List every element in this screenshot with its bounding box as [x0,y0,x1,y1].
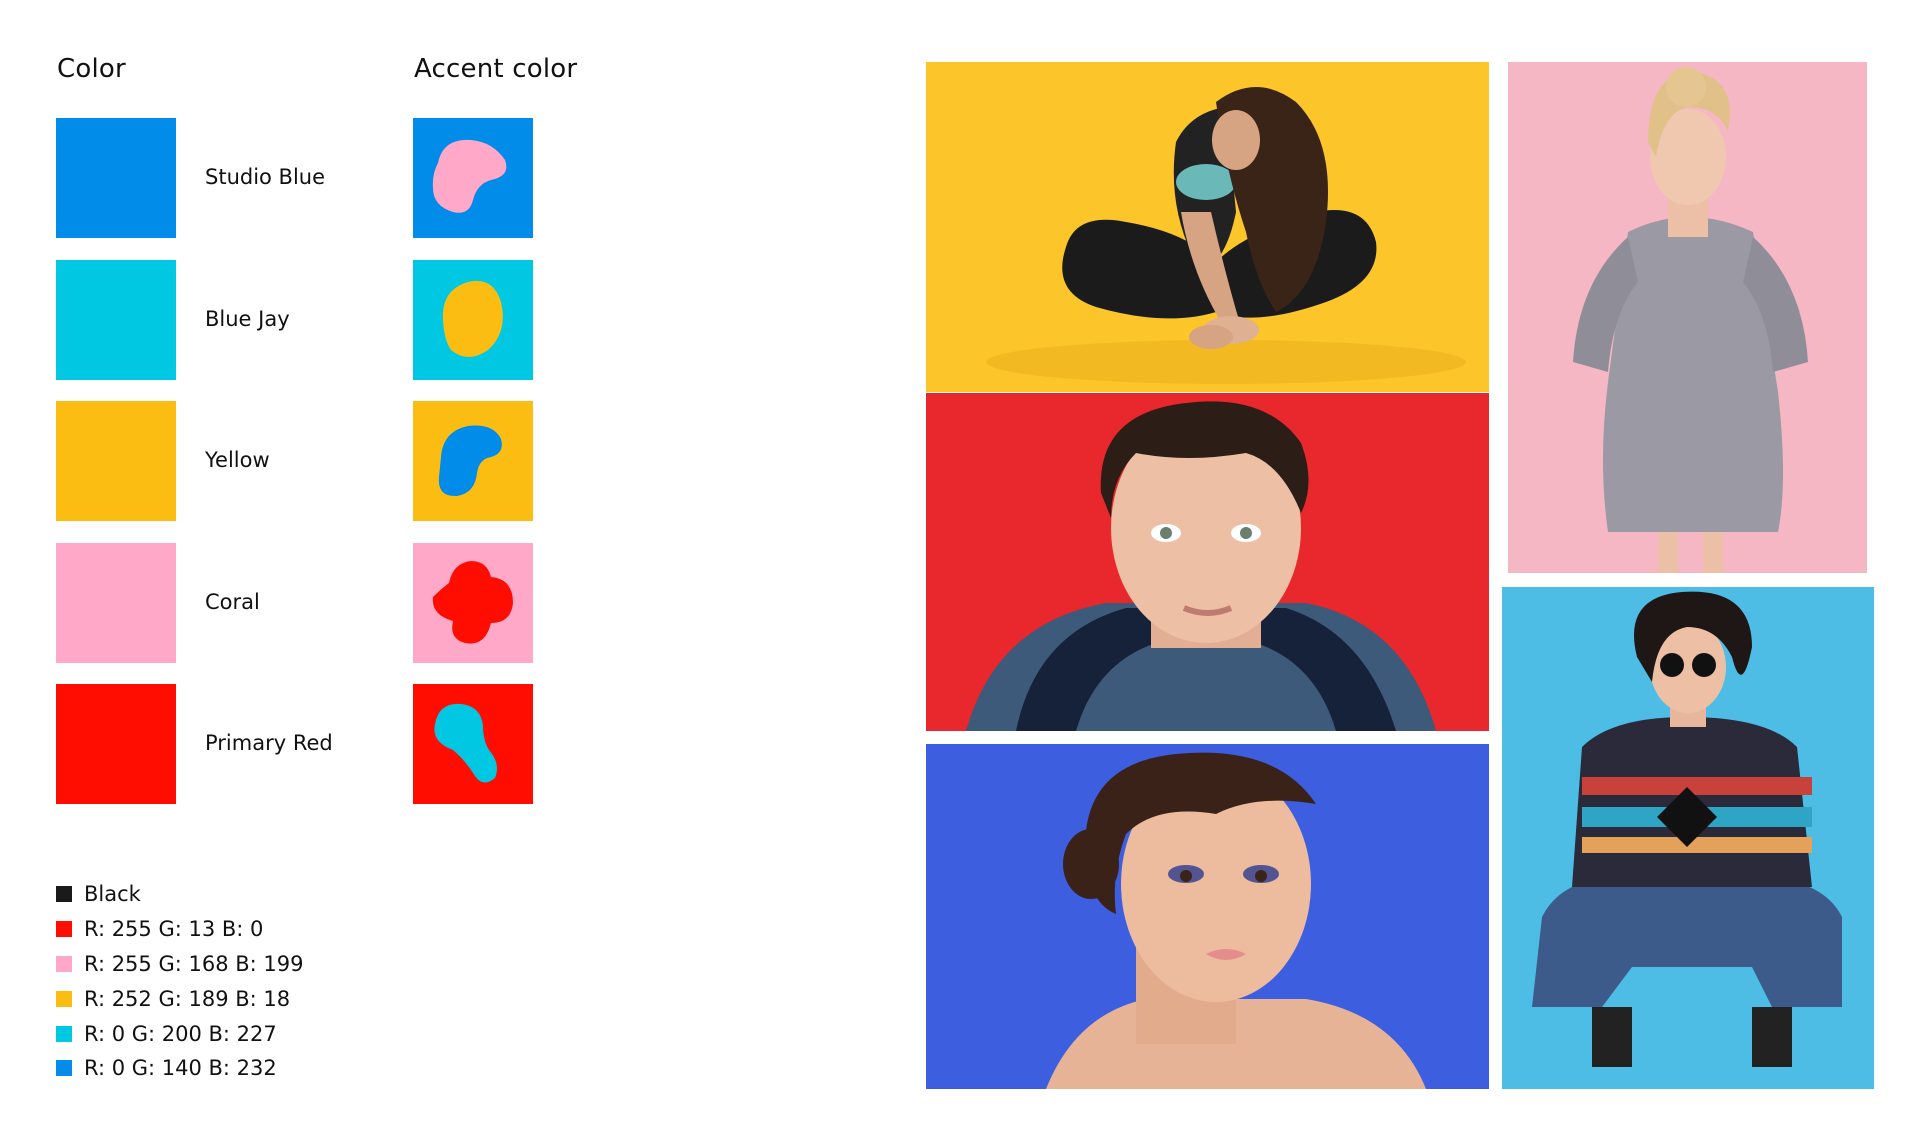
legend-item: R: 255 G: 168 B: 199 [56,947,303,982]
legend-label: R: 0 G: 140 B: 232 [84,1056,277,1081]
photo-woman-gray-dress [1508,62,1867,573]
color-legend: Black R: 255 G: 13 B: 0 R: 255 G: 168 B:… [56,877,303,1086]
legend-label: Black [84,882,141,907]
accent-blob-shape [432,139,507,213]
accent-blob-shape [438,425,502,497]
color-swatch-label: Coral [205,589,260,614]
legend-item: R: 0 G: 140 B: 232 [56,1051,303,1086]
legend-label: R: 255 G: 13 B: 0 [84,917,264,942]
photo-woman-stretching [926,62,1489,392]
accent-blob-shape [434,703,497,783]
photo-young-man [926,393,1489,731]
legend-item: R: 252 G: 189 B: 18 [56,981,303,1016]
color-swatch [56,401,176,521]
color-swatch [56,542,176,663]
color-swatch [56,684,176,804]
accent-color-swatch [413,259,533,380]
accent-color-swatch [413,118,533,238]
accent-blob-shape [442,280,503,357]
legend-item: R: 255 G: 13 B: 0 [56,912,303,947]
accent-color-heading: Accent color [414,54,578,84]
legend-color-square [56,886,72,903]
legend-color-square [56,1025,72,1042]
legend-item: R: 0 G: 200 B: 227 [56,1016,303,1051]
color-swatch [56,118,176,238]
color-swatch-label: Primary Red [205,731,333,755]
color-swatch [56,259,176,380]
legend-label: R: 0 G: 200 B: 227 [84,1021,277,1046]
color-swatch-label: Yellow [205,448,270,472]
accent-color-swatch [413,542,533,663]
photo-woman-beauty [926,744,1489,1089]
color-heading: Color [57,54,126,84]
legend-color-square [56,1060,72,1077]
color-swatch-label: Studio Blue [205,165,326,189]
legend-label: R: 252 G: 189 B: 18 [84,986,291,1011]
accent-color-swatch [413,401,533,521]
accent-blob-shape [432,560,513,644]
color-swatch-label: Blue Jay [205,306,290,331]
legend-color-square [56,921,72,938]
legend-color-square [56,990,72,1007]
legend-color-square [56,955,72,972]
photo-woman-sunglasses [1502,587,1874,1089]
legend-item: Black [56,877,303,912]
accent-color-swatch [413,684,533,804]
legend-label: R: 255 G: 168 B: 199 [84,951,304,976]
